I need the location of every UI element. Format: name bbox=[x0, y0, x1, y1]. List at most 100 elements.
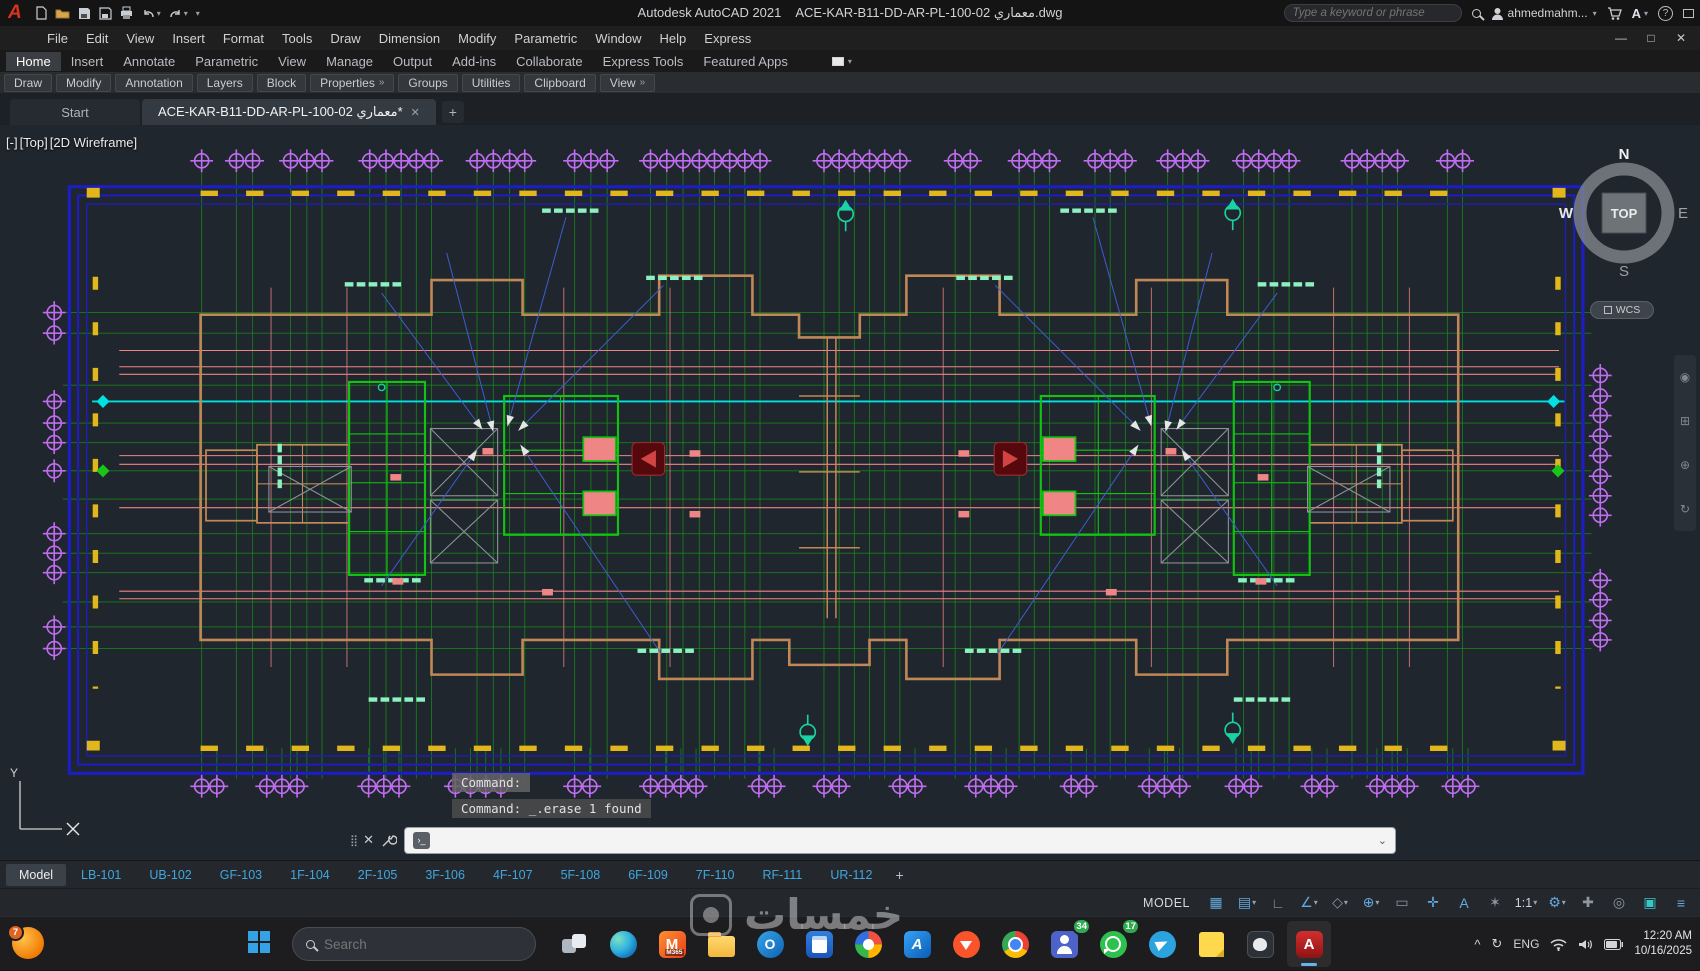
taskbar-search[interactable] bbox=[292, 927, 536, 961]
viewport-menu-control[interactable]: [-] bbox=[6, 135, 18, 150]
open-file-icon[interactable] bbox=[55, 6, 70, 20]
sticky-notes-button[interactable] bbox=[1189, 921, 1233, 967]
ribbon-tab-home[interactable]: Home bbox=[6, 51, 61, 71]
layout-tab-3f-106[interactable]: 3F-106 bbox=[412, 864, 478, 886]
file-tab-document[interactable]: ACE-KAR-B11-DD-AR-PL-100-02 معماري* ✕ bbox=[142, 99, 436, 125]
ribbon-tab-view[interactable]: View bbox=[268, 52, 316, 71]
layout-tab-ur-112[interactable]: UR-112 bbox=[817, 864, 885, 886]
layout-tab-ub-102[interactable]: UB-102 bbox=[136, 864, 204, 886]
ribbon-collapse-button[interactable]: ▾ bbox=[831, 56, 852, 66]
search-icon[interactable] bbox=[1471, 8, 1481, 18]
status-snap-mode-button[interactable]: ▤ ▾ bbox=[1232, 891, 1262, 915]
menu-tools[interactable]: Tools bbox=[273, 31, 321, 46]
status-annotation-scale-button[interactable]: 1:1 ▾ bbox=[1511, 891, 1541, 915]
view-cube-south[interactable]: S bbox=[1619, 263, 1629, 280]
status-lineweight-button[interactable]: ▭ bbox=[1387, 891, 1417, 915]
ribbon-tab-featured-apps[interactable]: Featured Apps bbox=[693, 52, 798, 71]
save-icon[interactable] bbox=[77, 6, 91, 20]
zoom-icon[interactable]: ⊕ bbox=[1680, 458, 1690, 472]
help-icon[interactable]: ? bbox=[1658, 5, 1673, 21]
ribbon-tab-manage[interactable]: Manage bbox=[316, 52, 383, 71]
status-annotation-monitor-button[interactable]: ✚ bbox=[1573, 891, 1603, 915]
clock[interactable]: 12:20 AM 10/16/2025 bbox=[1634, 929, 1692, 959]
status-isometric-drafting-button[interactable]: ◇ ▾ bbox=[1325, 891, 1355, 915]
tray-expand-icon[interactable]: ^ bbox=[1474, 937, 1480, 952]
github-desktop-button[interactable] bbox=[1238, 921, 1282, 967]
status-annotation-autoscale-button[interactable]: ✶ bbox=[1480, 891, 1510, 915]
plot-icon[interactable] bbox=[119, 6, 134, 20]
ribbon-tab-annotate[interactable]: Annotate bbox=[113, 52, 185, 71]
autodesk-app-icon[interactable]: A ▾ bbox=[1632, 6, 1648, 21]
panel-utilities[interactable]: Utilities bbox=[461, 73, 521, 92]
panel-draw[interactable]: Draw bbox=[4, 73, 53, 92]
menu-insert[interactable]: Insert bbox=[163, 31, 214, 46]
widgets-button[interactable]: 7 bbox=[7, 924, 44, 959]
redo-button[interactable]: ▾ bbox=[168, 7, 188, 20]
microsoft-365-button[interactable]: M365 bbox=[650, 921, 694, 967]
status-selection-cycling-button[interactable]: ✛ bbox=[1418, 891, 1448, 915]
ribbon-tab-addins[interactable]: Add-ins bbox=[442, 52, 506, 71]
menu-dimension[interactable]: Dimension bbox=[370, 31, 449, 46]
command-prompt-icon[interactable]: ›_ bbox=[412, 831, 430, 849]
edge-browser-button[interactable] bbox=[601, 921, 645, 967]
panel-annotation[interactable]: Annotation bbox=[115, 73, 193, 92]
menu-modify[interactable]: Modify bbox=[449, 31, 505, 46]
tray-sync-icon[interactable]: ↻ bbox=[1492, 936, 1503, 952]
wifi-icon[interactable] bbox=[1550, 938, 1567, 951]
orbit-icon[interactable]: ↻ bbox=[1680, 502, 1690, 516]
layout-tab-1f-104[interactable]: 1F-104 bbox=[277, 864, 343, 886]
undo-caret-icon[interactable]: ▾ bbox=[157, 9, 161, 18]
model-space-toggle[interactable]: MODEL bbox=[1133, 896, 1200, 910]
status-polar-tracking-button[interactable]: ∠ ▾ bbox=[1294, 891, 1324, 915]
help-search-input[interactable] bbox=[1283, 4, 1462, 22]
layout-tab-gf-103[interactable]: GF-103 bbox=[207, 864, 275, 886]
status-annotation-visibility-button[interactable]: A bbox=[1449, 891, 1479, 915]
photos-app-button[interactable] bbox=[846, 921, 890, 967]
menu-view[interactable]: View bbox=[117, 31, 163, 46]
account-menu[interactable]: ahmedmahm... ▾ bbox=[1491, 6, 1597, 20]
calendar-app-button[interactable] bbox=[797, 921, 841, 967]
ribbon-tab-output[interactable]: Output bbox=[383, 52, 442, 71]
panel-properties[interactable]: Properties» bbox=[310, 73, 395, 92]
ribbon-tab-parametric[interactable]: Parametric bbox=[185, 52, 268, 71]
close-button[interactable]: ✕ bbox=[1668, 31, 1694, 45]
menu-express[interactable]: Express bbox=[695, 31, 760, 46]
file-tab-start[interactable]: Start bbox=[10, 99, 140, 125]
cart-icon[interactable] bbox=[1607, 6, 1622, 20]
command-close-icon[interactable]: ✕ bbox=[363, 832, 374, 848]
view-cube[interactable]: TOP N W E S bbox=[1556, 143, 1692, 283]
autocad-logo-icon[interactable]: A bbox=[6, 2, 28, 24]
view-cube-top[interactable]: TOP bbox=[1611, 206, 1638, 221]
command-history-caret-icon[interactable]: ⌄ bbox=[1378, 834, 1387, 847]
whatsapp-button[interactable]: 17 bbox=[1091, 918, 1140, 967]
status-grid-display-button[interactable]: ▦ bbox=[1201, 891, 1231, 915]
redo-caret-icon[interactable]: ▾ bbox=[184, 9, 188, 18]
chrome-browser-button[interactable] bbox=[993, 921, 1037, 967]
azure-portal-button[interactable] bbox=[895, 921, 939, 967]
layout-tab-6f-109[interactable]: 6F-109 bbox=[615, 864, 681, 886]
menu-file[interactable]: File bbox=[38, 31, 77, 46]
navigation-bar[interactable]: ◉ ⊞ ⊕ ↻ bbox=[1674, 355, 1696, 531]
restore-button[interactable]: □ bbox=[1638, 31, 1664, 45]
status-isolate-objects-button[interactable]: ◎ bbox=[1604, 891, 1634, 915]
menu-draw[interactable]: Draw bbox=[321, 31, 369, 46]
menu-window[interactable]: Window bbox=[586, 31, 650, 46]
status-ortho-mode-button[interactable]: ∟ bbox=[1263, 891, 1293, 915]
new-file-icon[interactable] bbox=[34, 6, 48, 20]
ribbon-tab-express-tools[interactable]: Express Tools bbox=[593, 52, 694, 71]
ribbon-tab-collaborate[interactable]: Collaborate bbox=[506, 52, 593, 71]
status-object-snap-button[interactable]: ⊕ ▾ bbox=[1356, 891, 1386, 915]
language-indicator[interactable]: ENG bbox=[1513, 937, 1539, 951]
new-drawing-tab-button[interactable]: + bbox=[441, 101, 464, 123]
task-view-button[interactable] bbox=[552, 921, 596, 967]
panel-layers[interactable]: Layers bbox=[196, 73, 253, 92]
volume-icon[interactable] bbox=[1578, 938, 1593, 951]
layout-tab-model[interactable]: Model bbox=[6, 863, 67, 886]
view-cube-west[interactable]: W bbox=[1559, 205, 1574, 222]
outlook-button[interactable] bbox=[748, 921, 792, 967]
wcs-control[interactable]: WCS bbox=[1590, 301, 1654, 319]
qat-customize-icon[interactable]: ▾ bbox=[196, 9, 200, 18]
status-workspace-switching-button[interactable]: ⚙ ▾ bbox=[1542, 891, 1572, 915]
panel-block[interactable]: Block bbox=[256, 73, 307, 92]
minimize-button[interactable]: — bbox=[1608, 31, 1634, 45]
